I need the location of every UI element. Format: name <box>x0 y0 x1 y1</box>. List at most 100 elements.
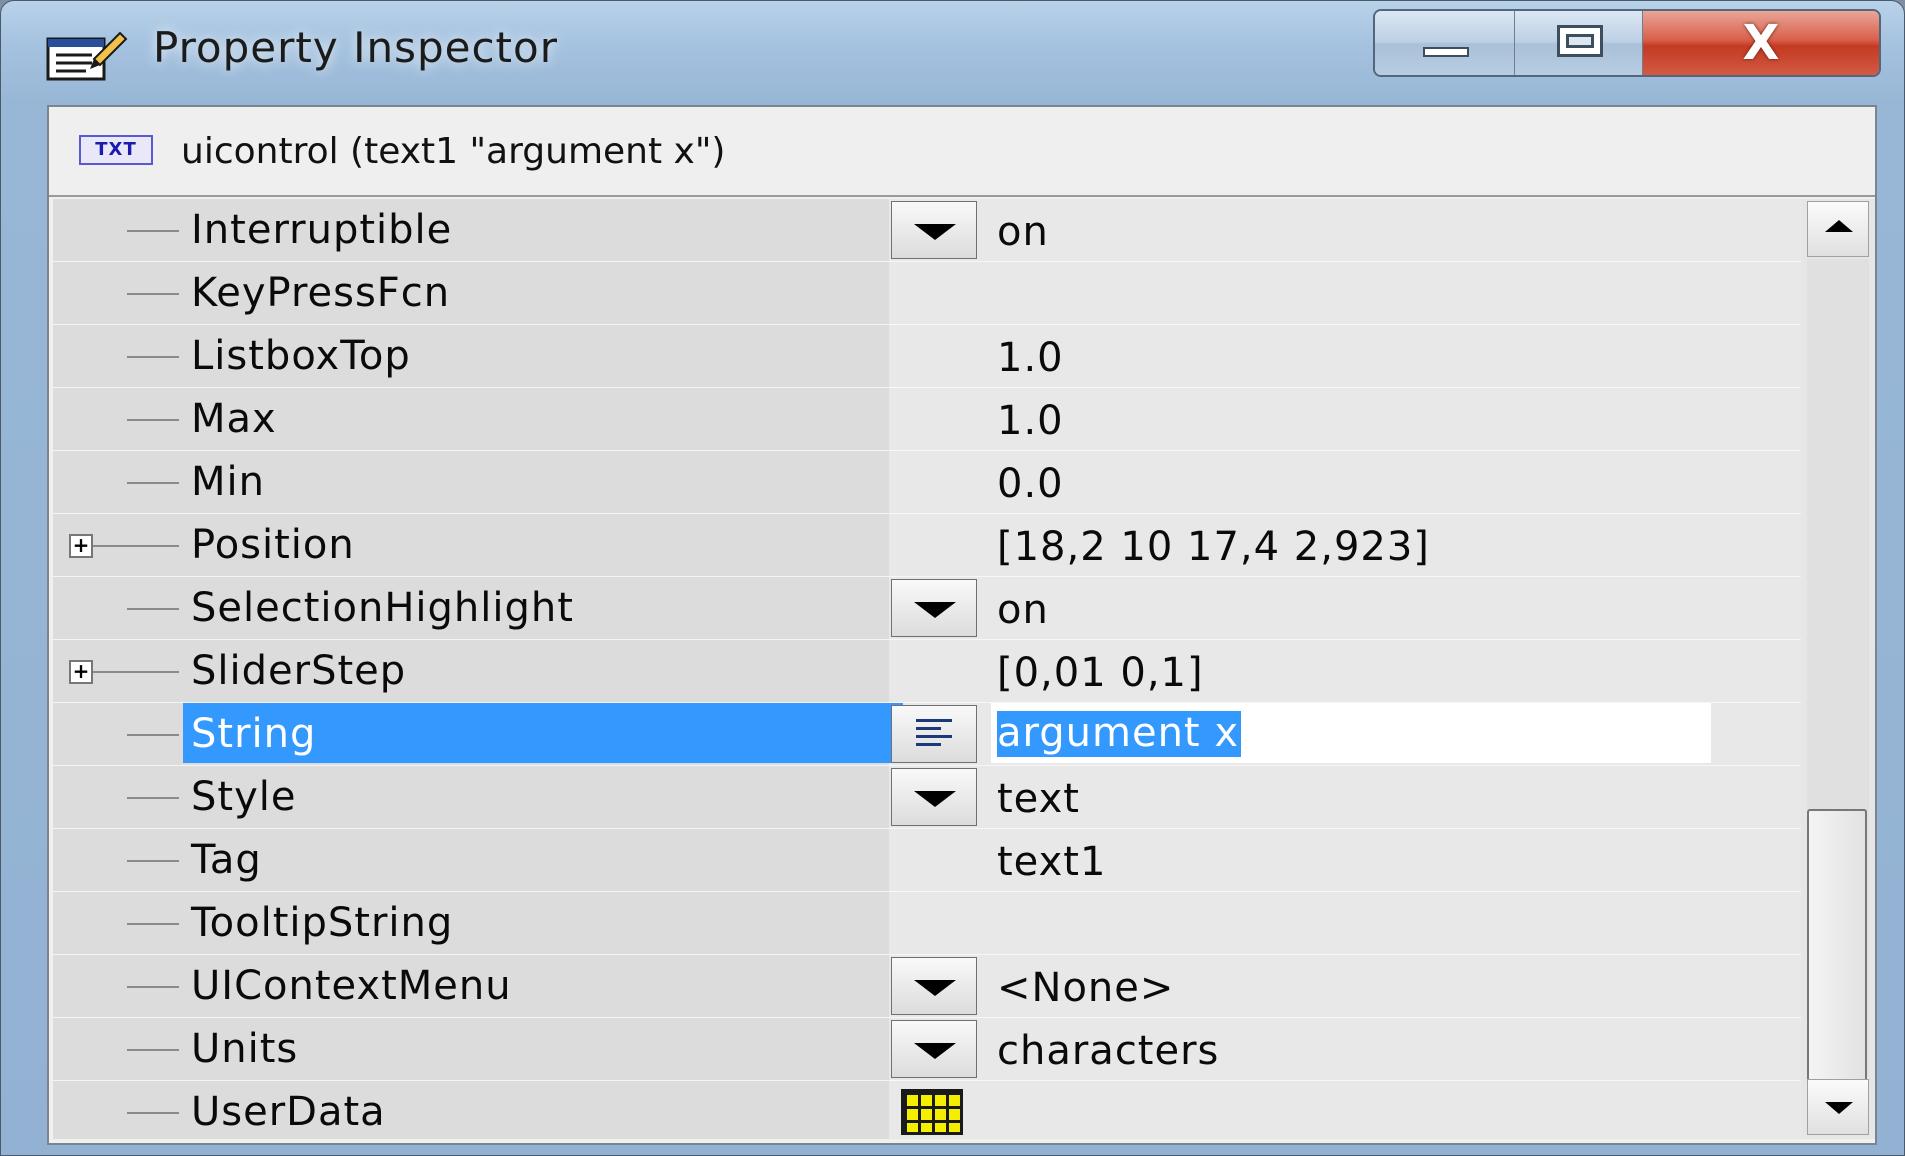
maximize-icon <box>1557 25 1603 57</box>
property-name: Interruptible <box>191 207 453 253</box>
text-editor-button[interactable] <box>891 705 977 763</box>
property-name-cell <box>53 1081 889 1139</box>
tree-branch <box>127 671 179 673</box>
property-value[interactable]: [0,01 0,1] <box>997 650 1204 696</box>
property-row-tooltipstring[interactable]: TooltipString <box>53 892 1801 955</box>
property-name: Position <box>191 522 355 568</box>
property-inspector-icon <box>46 31 128 81</box>
tree-branch <box>127 356 179 358</box>
uicontrol-text-icon: TXT <box>79 135 153 165</box>
tree-branch <box>93 671 127 673</box>
object-header: TXT uicontrol (text1 "argument x") <box>49 107 1875 197</box>
object-label: uicontrol (text1 "argument x") <box>181 131 726 172</box>
tree-branch <box>127 1049 179 1051</box>
property-row-string[interactable]: String argument x <box>53 703 1801 766</box>
property-name: Units <box>191 1026 299 1072</box>
property-value[interactable]: 0.0 <box>997 461 1064 507</box>
tree-branch <box>93 545 127 547</box>
window-title: Property Inspector <box>153 23 558 72</box>
scroll-thumb[interactable] <box>1807 809 1867 1119</box>
property-value-cell[interactable] <box>889 262 1801 325</box>
tree-branch <box>127 545 179 547</box>
string-edit-value[interactable]: argument x <box>997 711 1241 757</box>
tree-branch <box>127 734 179 736</box>
property-name: SliderStep <box>191 648 407 694</box>
property-value[interactable]: [18,2 10 17,4 2,923] <box>997 524 1430 570</box>
tree-branch <box>127 608 179 610</box>
dropdown-button[interactable] <box>891 1020 977 1078</box>
tree-branch <box>127 293 179 295</box>
minimize-button[interactable] <box>1375 11 1515 75</box>
chevron-down-icon <box>1825 1102 1853 1114</box>
property-row-units[interactable]: Units characters <box>53 1018 1801 1081</box>
property-row-sliderstep[interactable]: + SliderStep [0,01 0,1] <box>53 640 1801 703</box>
close-button[interactable]: X <box>1643 11 1879 75</box>
grid-icon[interactable] <box>901 1089 963 1135</box>
window-controls: X <box>1373 9 1881 77</box>
tree-branch <box>127 419 179 421</box>
property-value[interactable]: text <box>997 776 1080 822</box>
title-bar[interactable]: Property Inspector X <box>1 1 1904 105</box>
property-name: Min <box>191 459 265 505</box>
property-row-userdata[interactable]: UserData <box>53 1081 1801 1139</box>
property-row-interruptible[interactable]: Interruptible on <box>53 199 1801 262</box>
property-name: TooltipString <box>191 900 454 946</box>
chevron-down-icon <box>914 980 956 996</box>
close-icon: X <box>1742 15 1780 71</box>
maximize-button[interactable] <box>1515 11 1643 75</box>
property-inspector-window: Property Inspector X TXT uicontrol (text… <box>0 0 1905 1156</box>
property-row-style[interactable]: Style text <box>53 766 1801 829</box>
property-grid: Interruptible on KeyPressFcn ListboxTop … <box>53 199 1801 1139</box>
tree-branch <box>127 986 179 988</box>
property-row-position[interactable]: + Position [18,2 10 17,4 2,923] <box>53 514 1801 577</box>
property-value-cell[interactable] <box>889 1081 1801 1139</box>
property-name: Max <box>191 396 277 442</box>
property-value[interactable]: text1 <box>997 839 1106 885</box>
property-name: UserData <box>191 1089 386 1135</box>
tree-branch <box>127 797 179 799</box>
vertical-scrollbar[interactable] <box>1801 199 1875 1139</box>
property-name: Tag <box>191 837 262 883</box>
property-row-selectionhighlight[interactable]: SelectionHighlight on <box>53 577 1801 640</box>
property-value[interactable]: 1.0 <box>997 335 1064 381</box>
property-row-max[interactable]: Max 1.0 <box>53 388 1801 451</box>
minimize-icon <box>1423 47 1469 57</box>
tree-branch <box>127 923 179 925</box>
chevron-down-icon <box>914 602 956 618</box>
tree-branch <box>127 860 179 862</box>
chevron-down-icon <box>914 791 956 807</box>
tree-branch <box>127 230 179 232</box>
property-name: UIContextMenu <box>191 963 512 1009</box>
property-row-keypressfcn[interactable]: KeyPressFcn <box>53 262 1801 325</box>
property-name: SelectionHighlight <box>191 585 574 631</box>
property-row-tag[interactable]: Tag text1 <box>53 829 1801 892</box>
dropdown-button[interactable] <box>891 579 977 637</box>
chevron-up-icon <box>1825 220 1853 232</box>
property-name: KeyPressFcn <box>191 270 451 316</box>
chevron-down-icon <box>914 224 956 240</box>
scroll-up-button[interactable] <box>1807 201 1869 257</box>
dropdown-button[interactable] <box>891 768 977 826</box>
property-name: ListboxTop <box>191 333 411 379</box>
tree-branch <box>127 1112 179 1114</box>
property-value[interactable]: <None> <box>997 965 1174 1011</box>
tree-branch <box>127 482 179 484</box>
property-value[interactable]: on <box>997 209 1049 255</box>
plus-expander-icon[interactable]: + <box>69 660 93 684</box>
inspector-client-area: TXT uicontrol (text1 "argument x") Inter… <box>47 105 1877 1145</box>
plus-expander-icon[interactable]: + <box>69 534 93 558</box>
dropdown-button[interactable] <box>891 957 977 1015</box>
property-row-uicontextmenu[interactable]: UIContextMenu <None> <box>53 955 1801 1018</box>
scroll-down-button[interactable] <box>1807 1079 1869 1135</box>
property-name: String <box>191 711 317 757</box>
property-value-cell[interactable] <box>889 892 1801 955</box>
property-value[interactable]: on <box>997 587 1049 633</box>
text-lines-icon <box>916 719 952 751</box>
property-value[interactable]: characters <box>997 1028 1219 1074</box>
property-row-min[interactable]: Min 0.0 <box>53 451 1801 514</box>
property-name: Style <box>191 774 297 820</box>
dropdown-button[interactable] <box>891 201 977 259</box>
chevron-down-icon <box>914 1043 956 1059</box>
property-value[interactable]: 1.0 <box>997 398 1064 444</box>
property-row-listboxtop[interactable]: ListboxTop 1.0 <box>53 325 1801 388</box>
